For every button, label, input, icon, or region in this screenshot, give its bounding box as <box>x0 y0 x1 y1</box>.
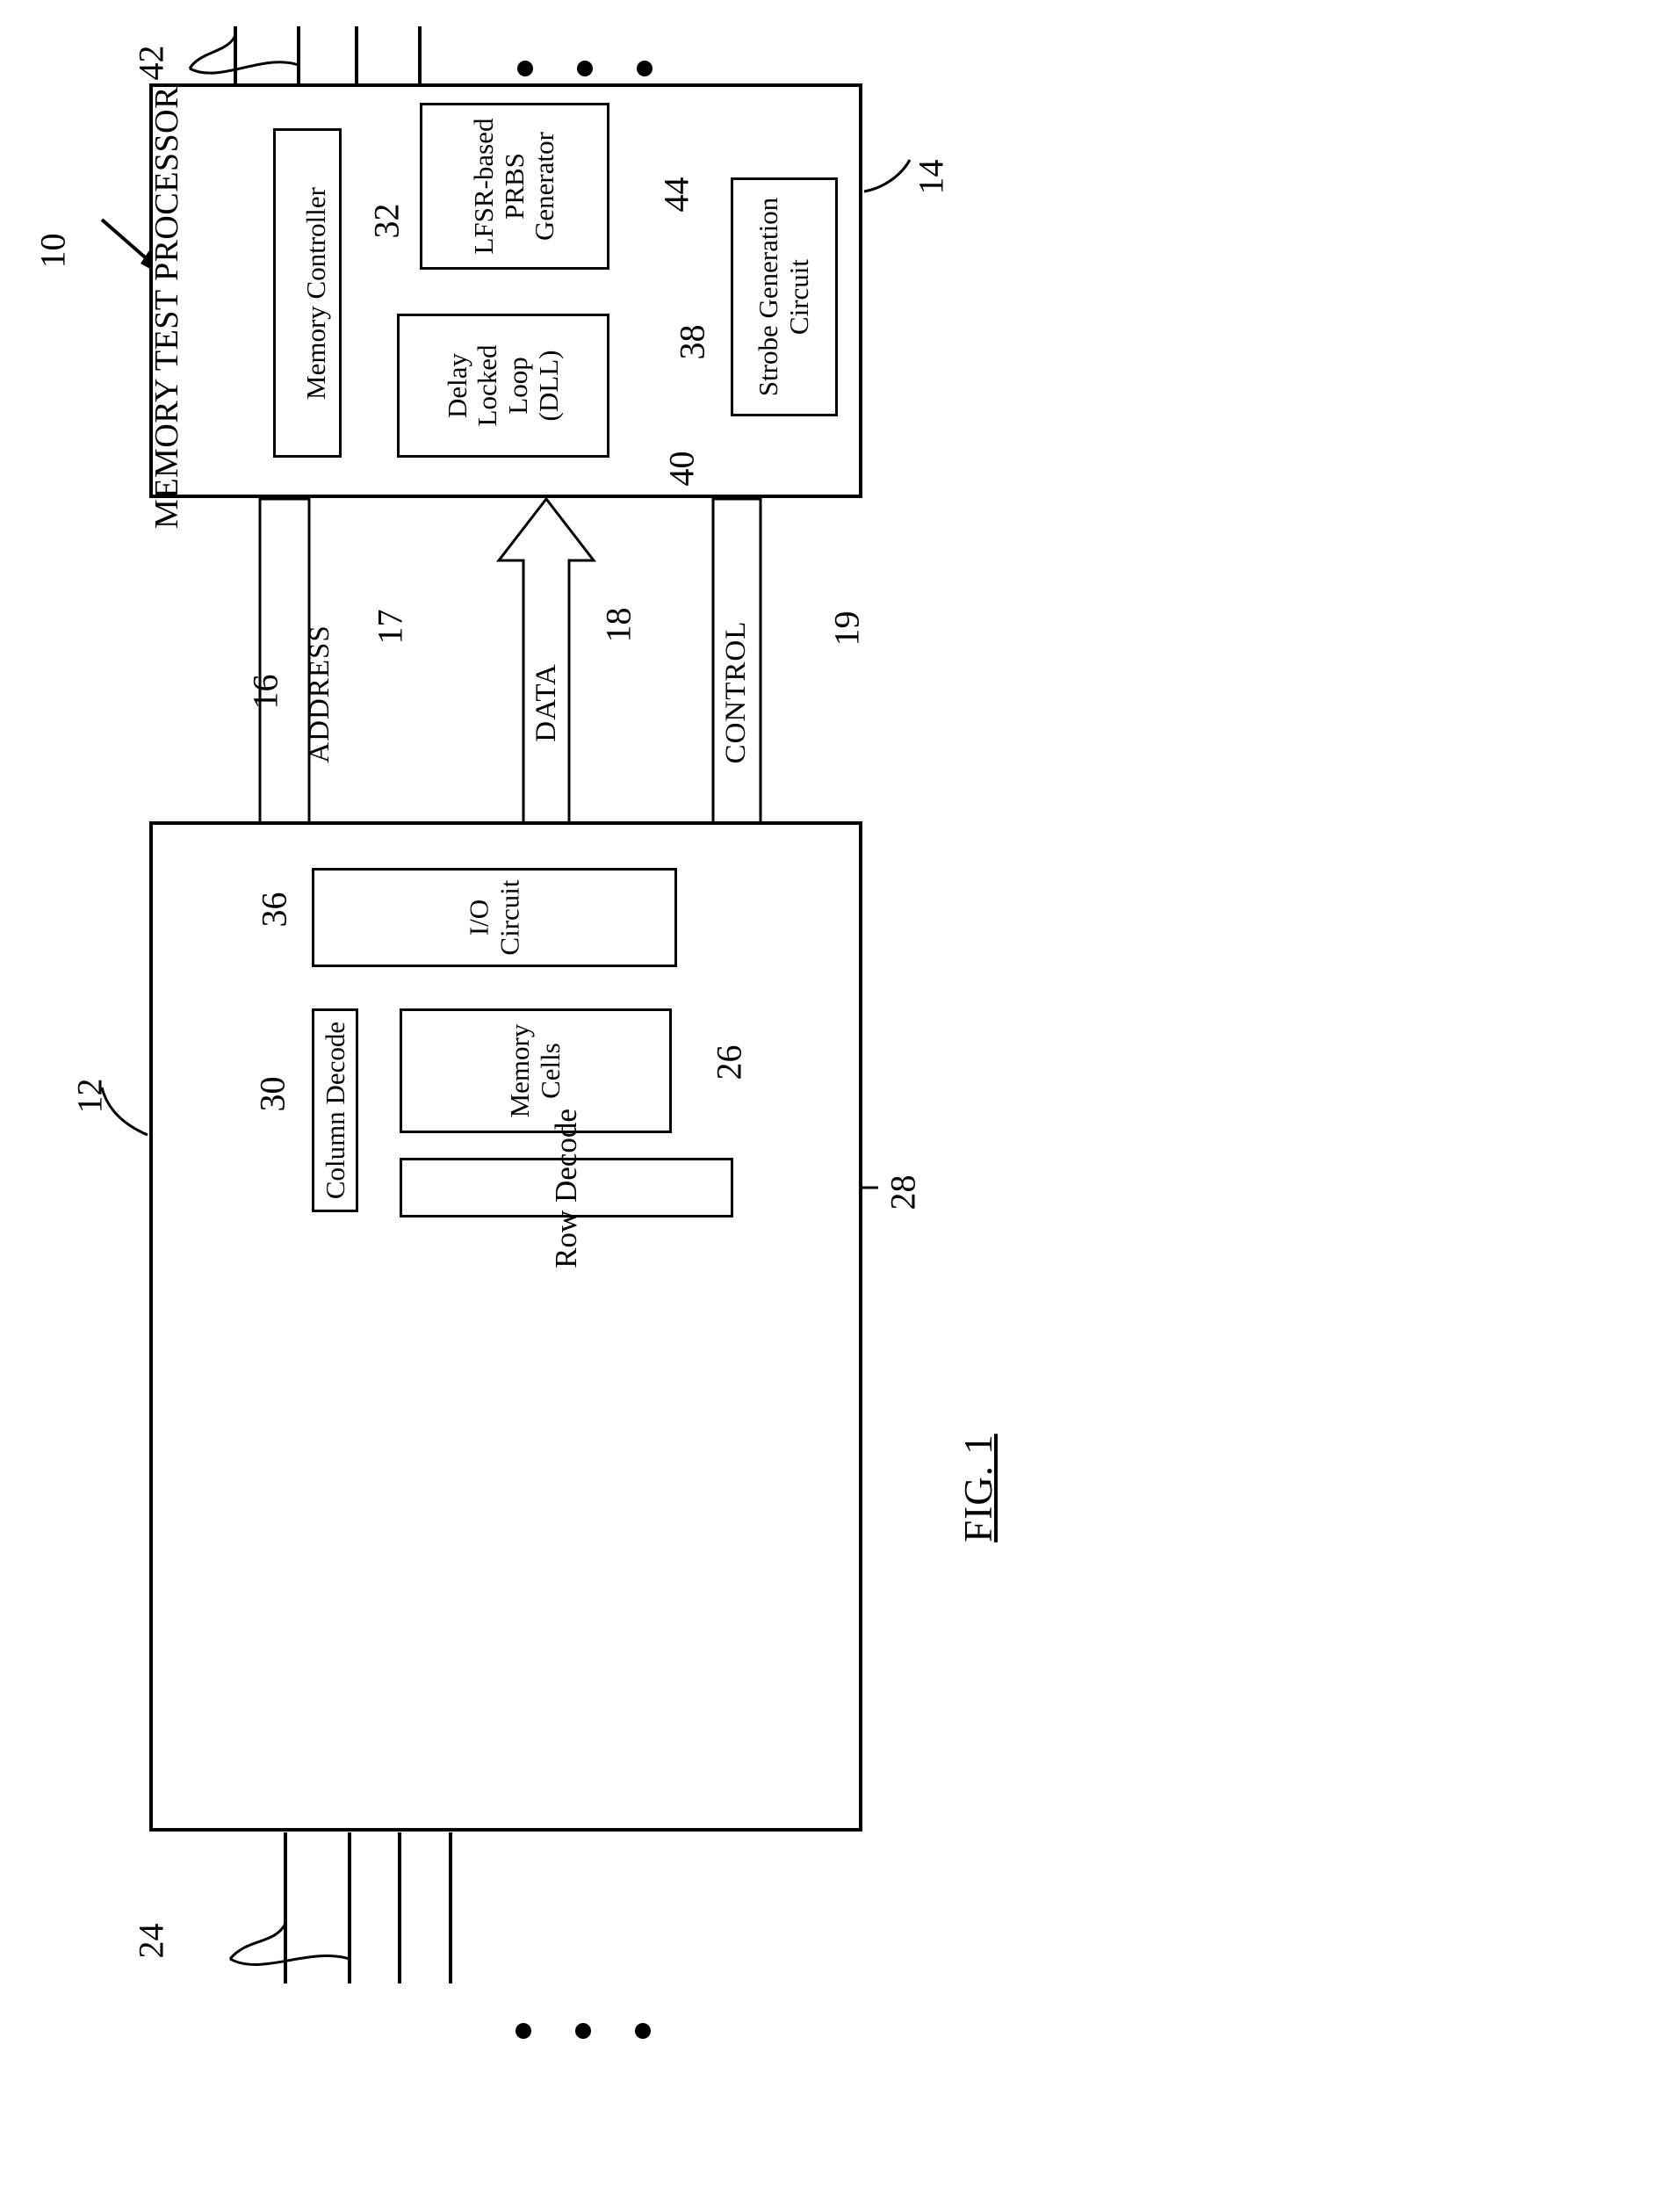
ref-12: 12 <box>69 1078 110 1114</box>
bus-address-label: ADDRESS <box>303 625 335 763</box>
ref-32: 32 <box>366 203 407 239</box>
ref-24: 24 <box>131 1923 171 1959</box>
delay-locked-loop-label: Delay Locked Loop (DLL) <box>441 344 564 427</box>
lfsr-prbs-generator-label: LFSR-based PRBS Generator <box>467 118 560 255</box>
memory-test-processor-title: MEMORY TEST PROCESSOR <box>148 86 185 529</box>
ref-10: 10 <box>32 233 73 269</box>
figure-caption: FIG. 1 <box>955 1434 1000 1543</box>
ref-40: 40 <box>661 451 702 487</box>
ref-44: 44 <box>656 177 696 213</box>
ref-17: 17 <box>370 609 410 645</box>
ref-36: 36 <box>254 892 294 928</box>
ref-14: 14 <box>911 159 951 195</box>
bus-control-label: CONTROL <box>719 620 752 764</box>
row-decode-label: Row Decode <box>549 1109 584 1268</box>
ref-28: 28 <box>883 1174 923 1210</box>
ref-19: 19 <box>826 611 867 647</box>
ref-26: 26 <box>709 1044 749 1080</box>
ref-42: 42 <box>131 45 171 81</box>
ref-38: 38 <box>672 324 712 360</box>
ref-18: 18 <box>598 607 638 643</box>
memory-controller-label: Memory Controller <box>299 187 331 400</box>
column-decode-label: Column Decode <box>319 1021 350 1200</box>
ref-30: 30 <box>252 1076 292 1112</box>
ref-16: 16 <box>245 674 285 710</box>
